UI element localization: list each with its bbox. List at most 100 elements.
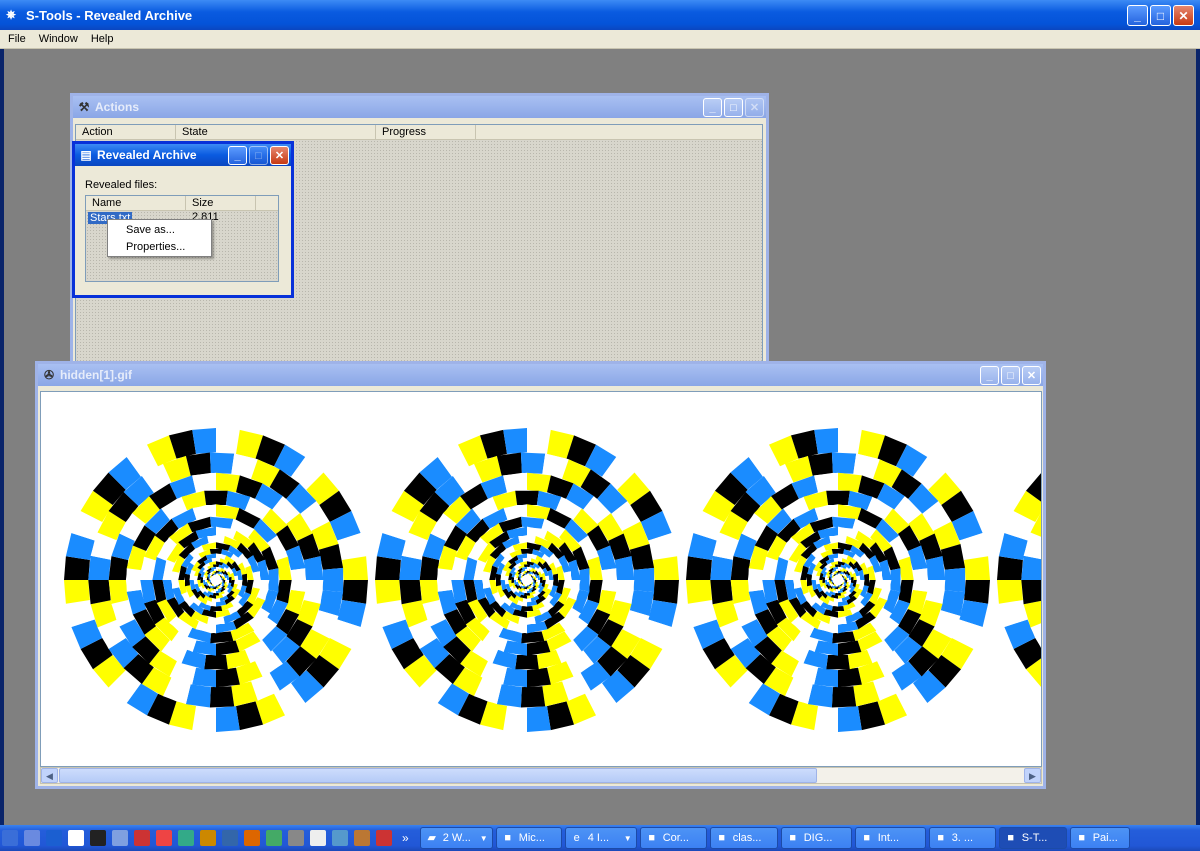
horizontal-scrollbar[interactable]: ◀ ▶ <box>40 767 1042 784</box>
quick-launch-icon[interactable] <box>112 830 128 846</box>
column-action[interactable]: Action <box>76 125 176 139</box>
quick-launch-icon[interactable] <box>134 830 150 846</box>
image-minimize-button[interactable]: _ <box>980 366 999 385</box>
app-icon: ■ <box>789 832 797 844</box>
quick-launch-icon[interactable] <box>332 830 348 846</box>
taskbar-button-label: Cor... <box>662 832 689 844</box>
menu-bar: File Window Help <box>0 30 1200 49</box>
quick-launch-icon[interactable] <box>46 830 62 846</box>
app-icon: ■ <box>863 832 871 844</box>
ie-icon: e <box>573 832 580 844</box>
menu-file[interactable]: File <box>0 33 31 45</box>
actions-title-bar[interactable]: ⚒ Actions _ □ ✕ <box>73 96 766 118</box>
quick-launch-icon[interactable] <box>354 830 370 846</box>
taskbar-button-label: 3. ... <box>951 832 974 844</box>
actions-close-button: ✕ <box>745 98 764 117</box>
taskbar: » ▰ 2 W... ▼ ■ Mic... e 4 I... ▼ ■ Cor... ■ clas... ■… <box>0 825 1200 851</box>
quick-launch-icon[interactable] <box>178 830 194 846</box>
taskbar-button[interactable]: ■ Int... <box>854 827 926 849</box>
taskbar-button[interactable]: ■ DIG... <box>780 827 852 849</box>
revealed-close-button[interactable]: ✕ <box>270 146 289 165</box>
quick-launch-icon[interactable] <box>376 830 392 846</box>
taskbar-button[interactable]: ■ Pai... <box>1069 827 1130 849</box>
quick-launch-icon[interactable] <box>200 830 216 846</box>
scroll-left-button[interactable]: ◀ <box>41 768 58 783</box>
quick-launch-icon[interactable] <box>266 830 282 846</box>
illusion-disc <box>997 473 1041 687</box>
close-button[interactable]: ✕ <box>1173 5 1194 26</box>
paint-icon: ■ <box>1078 832 1086 844</box>
image-maximize-button[interactable]: □ <box>1001 366 1020 385</box>
document-icon: ▤ <box>80 148 92 162</box>
taskbar-button[interactable]: ■ S-T... <box>998 827 1067 849</box>
app-title: S-Tools - Revealed Archive <box>26 7 193 23</box>
taskbar-button[interactable]: ■ clas... <box>709 827 778 849</box>
scroll-thumb[interactable] <box>59 768 817 783</box>
taskbar-button-label: clas... <box>732 832 762 844</box>
image-close-button[interactable]: ✕ <box>1022 366 1041 385</box>
taskbar-button[interactable]: ■ Mic... <box>495 827 562 849</box>
chevron-down-icon: ▼ <box>479 833 488 843</box>
taskbar-button[interactable]: ▰ 2 W... ▼ <box>419 827 493 849</box>
taskbar-button-label: Mic... <box>518 832 545 844</box>
quick-launch-icon[interactable] <box>310 830 326 846</box>
actions-minimize-button[interactable]: _ <box>703 98 722 117</box>
image-title-bar[interactable]: ✇ hidden[1].gif _ □ ✕ <box>38 364 1043 386</box>
folder-icon: ▰ <box>427 832 436 844</box>
app-icon: ■ <box>718 832 726 844</box>
taskbar-button-label: 4 I... <box>587 832 610 844</box>
scroll-right-button[interactable]: ▶ <box>1024 768 1041 783</box>
menu-item-save-as[interactable]: Save as... <box>108 222 211 239</box>
taskbar-button[interactable]: e 4 I... ▼ <box>564 827 637 849</box>
taskbar-button-label: 2 W... <box>442 832 471 844</box>
column-size[interactable]: Size <box>186 196 256 210</box>
app-icon: ■ <box>504 832 512 844</box>
actions-list-header: Action State Progress <box>76 125 762 140</box>
quick-launch-icon[interactable] <box>244 830 260 846</box>
show-desktop-icon[interactable] <box>2 830 18 846</box>
image-icon: ✇ <box>43 368 55 382</box>
image-window: ✇ hidden[1].gif _ □ ✕ ◀ ▶ <box>35 361 1046 789</box>
taskbar-button[interactable]: ■ Cor... <box>639 827 707 849</box>
menu-window[interactable]: Window <box>31 33 83 45</box>
image-canvas <box>40 391 1042 767</box>
taskbar-button[interactable]: ■ 3. ... <box>928 827 996 849</box>
illusion-disc <box>686 428 990 732</box>
menu-item-properties[interactable]: Properties... <box>108 239 211 256</box>
revealed-maximize-button: □ <box>249 146 268 165</box>
revealed-label: Revealed files: <box>85 179 158 191</box>
revealed-title-bar[interactable]: ▤ Revealed Archive _ □ ✕ <box>75 144 291 166</box>
quick-launch-more-button[interactable]: » <box>402 831 409 845</box>
quick-launch-icon[interactable] <box>288 830 304 846</box>
minimize-button[interactable]: _ <box>1127 5 1148 26</box>
menu-help[interactable]: Help <box>83 33 119 45</box>
chevron-down-icon: ▼ <box>623 833 632 843</box>
revealed-minimize-button[interactable]: _ <box>228 146 247 165</box>
taskbar-button-label: Pai... <box>1092 832 1118 844</box>
taskbar-button-label: S-T... <box>1021 832 1048 844</box>
s-tools-icon: ✵ <box>6 8 17 22</box>
stools-icon: ■ <box>1007 832 1015 844</box>
app-icon: ■ <box>937 832 945 844</box>
quick-launch-icon[interactable] <box>222 830 238 846</box>
taskbar-button-label: DIG... <box>803 832 833 844</box>
column-progress[interactable]: Progress <box>376 125 476 139</box>
column-name[interactable]: Name <box>86 196 186 210</box>
quick-launch-icon[interactable] <box>24 830 40 846</box>
actions-title: Actions <box>95 100 140 114</box>
revealed-list-header: Name Size <box>86 196 278 211</box>
actions-maximize-button[interactable]: □ <box>724 98 743 117</box>
column-state[interactable]: State <box>176 125 376 139</box>
illusion-disc <box>64 428 368 732</box>
context-menu: Save as... Properties... <box>107 219 212 257</box>
app-icon: ■ <box>648 832 656 844</box>
illusion-disc <box>375 428 679 732</box>
app-title-bar[interactable]: ✵ S-Tools - Revealed Archive _ □ ✕ <box>0 0 1200 30</box>
image-title: hidden[1].gif <box>60 368 132 382</box>
rotating-snakes-illusion <box>64 428 1041 732</box>
quick-launch-icon[interactable] <box>156 830 172 846</box>
quick-launch-icon[interactable] <box>68 830 84 846</box>
taskbar-button-label: Int... <box>877 832 900 844</box>
quick-launch-icon[interactable] <box>90 830 106 846</box>
maximize-button[interactable]: □ <box>1150 5 1171 26</box>
